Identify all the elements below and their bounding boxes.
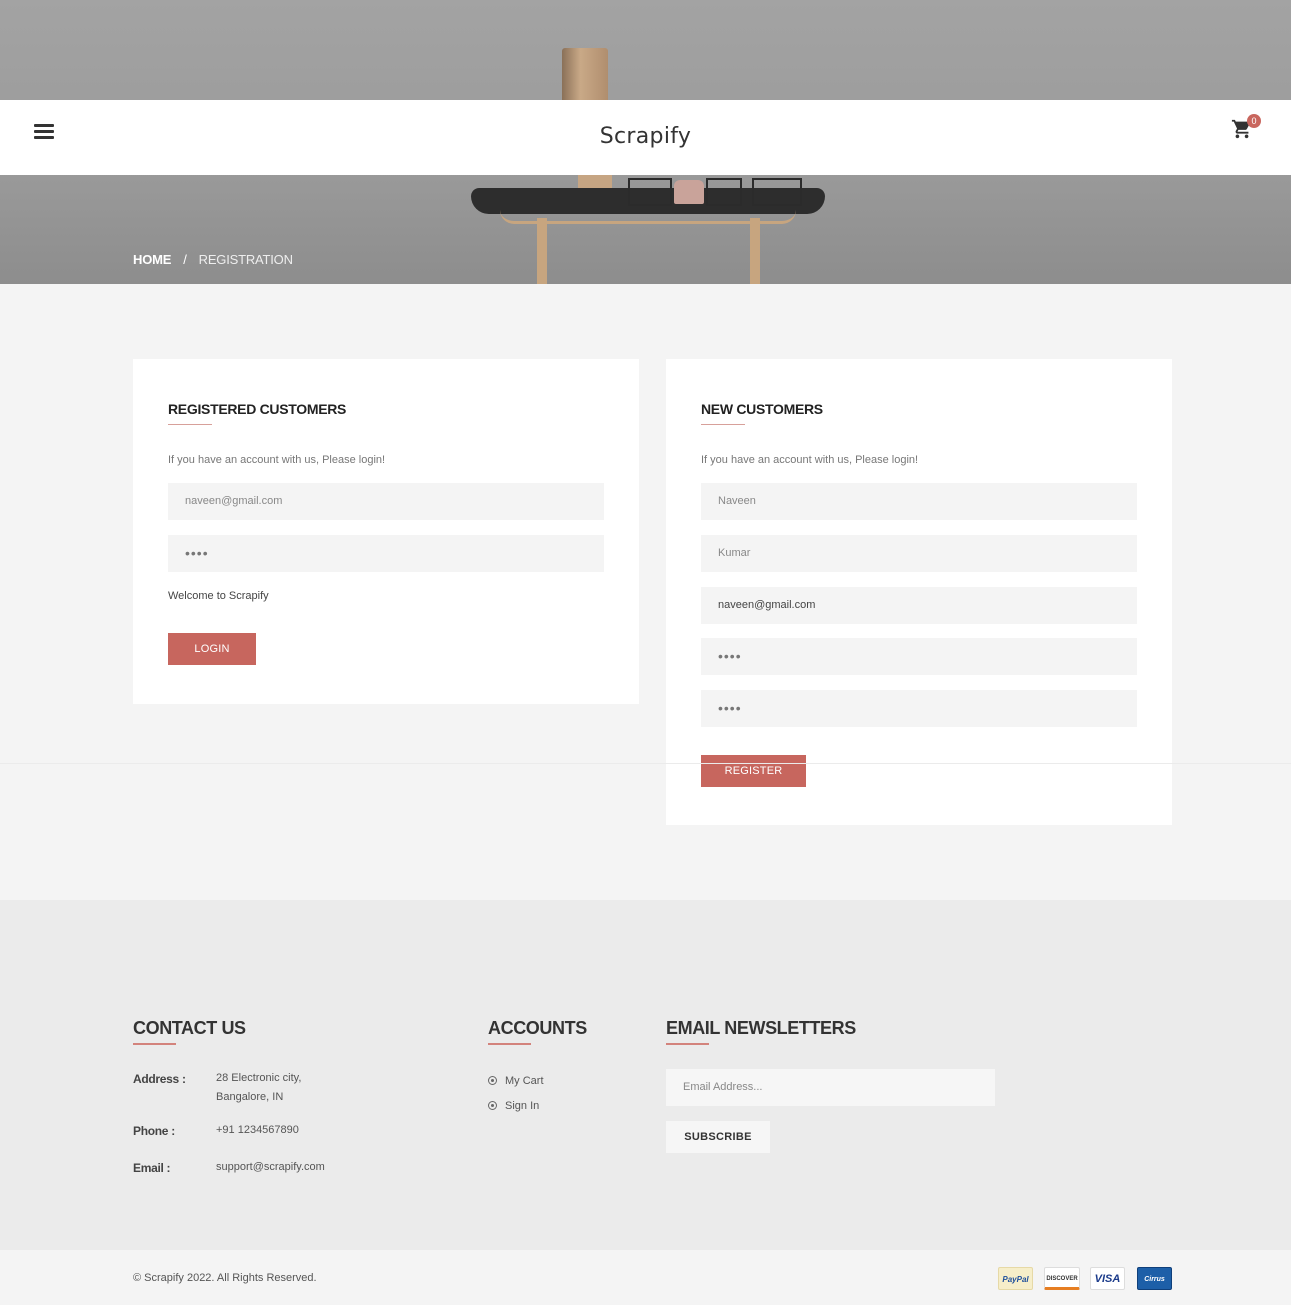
decor-wire-box: [706, 178, 742, 206]
phone-value: +91 1234567890: [216, 1124, 299, 1136]
first-name-input[interactable]: Naveen: [701, 483, 1137, 520]
discover-icon: DISCOVER: [1044, 1267, 1080, 1290]
decor-wire-box: [752, 178, 802, 206]
login-button[interactable]: LOGIN: [168, 633, 256, 665]
address-label: Address :: [133, 1072, 186, 1086]
subscribe-button[interactable]: SUBSCRIBE: [666, 1121, 770, 1153]
register-button[interactable]: REGISTER: [701, 755, 806, 787]
decor-desk-leg: [537, 218, 547, 284]
email-label: Email :: [133, 1161, 171, 1175]
breadcrumb-current: REGISTRATION: [198, 252, 293, 267]
decor-pot: [674, 180, 704, 204]
footer: [0, 900, 1291, 1250]
breadcrumb-home-link[interactable]: HOME: [133, 252, 171, 267]
login-panel-title: REGISTERED CUSTOMERS: [168, 401, 347, 425]
account-link-sign-in[interactable]: Sign In: [488, 1100, 539, 1112]
account-link-label: Sign In: [505, 1100, 540, 1112]
confirm-password-input[interactable]: ••••: [701, 690, 1137, 727]
register-email-input[interactable]: naveen@gmail.com: [701, 587, 1137, 624]
paypal-icon: PayPal: [998, 1267, 1033, 1290]
radio-dot-icon: [488, 1101, 497, 1110]
accounts-heading: ACCOUNTS: [488, 1018, 587, 1045]
registered-customers-panel: REGISTERED CUSTOMERS If you have an acco…: [133, 359, 639, 704]
breadcrumb: HOME / REGISTRATION: [133, 252, 293, 267]
account-link-label: My Cart: [505, 1075, 544, 1087]
newsletter-email-input[interactable]: Email Address...: [666, 1069, 995, 1106]
login-message: Welcome to Scrapify: [168, 590, 269, 602]
brand-logo[interactable]: Scrapify: [0, 124, 1291, 149]
phone-label: Phone :: [133, 1124, 175, 1138]
divider: [0, 763, 1291, 764]
login-email-input[interactable]: naveen@gmail.com: [168, 483, 604, 520]
decor-desk-leg: [750, 218, 760, 284]
address-line2: Bangalore, IN: [216, 1091, 284, 1103]
register-panel-title: NEW CUSTOMERS: [701, 401, 823, 425]
newsletter-heading: EMAIL NEWSLETTERS: [666, 1018, 856, 1045]
address-line1: 28 Electronic city,: [216, 1072, 302, 1084]
register-password-input[interactable]: ••••: [701, 638, 1137, 675]
last-name-input[interactable]: Kumar: [701, 535, 1137, 572]
account-link-my-cart[interactable]: My Cart: [488, 1075, 544, 1087]
login-hint-text: If you have an account with us, Please l…: [168, 454, 386, 466]
cirrus-icon: Cirrus: [1137, 1267, 1172, 1290]
breadcrumb-separator: /: [183, 252, 187, 267]
register-hint-text: If you have an account with us, Please l…: [701, 454, 919, 466]
contact-us-heading: CONTACT US: [133, 1018, 246, 1045]
login-password-input[interactable]: ••••: [168, 535, 604, 572]
copyright-text: © Scrapify 2022. All Rights Reserved.: [133, 1272, 317, 1284]
email-value[interactable]: support@scrapify.com: [216, 1158, 325, 1176]
radio-dot-icon: [488, 1076, 497, 1085]
cart-count-badge: 0: [1247, 114, 1261, 128]
decor-tube: [562, 48, 608, 100]
visa-icon: VISA: [1090, 1267, 1125, 1290]
decor-wire-box: [628, 178, 672, 206]
new-customers-panel: NEW CUSTOMERS If you have an account wit…: [666, 359, 1172, 825]
